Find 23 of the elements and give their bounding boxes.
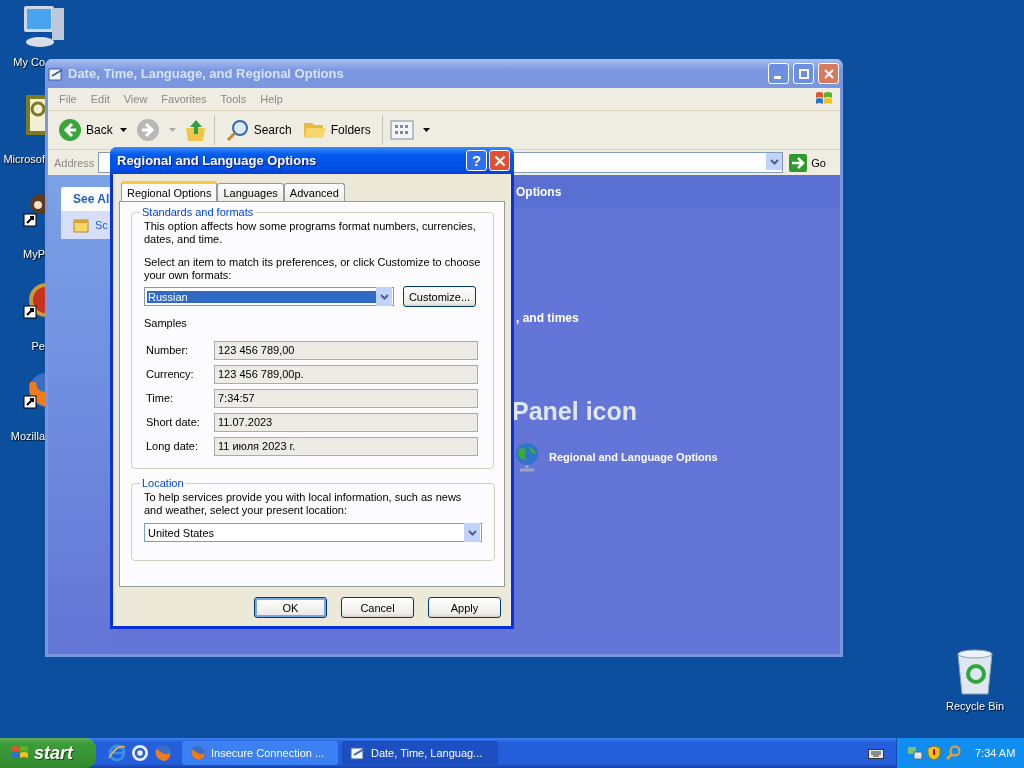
description-text: This option affects how some programs format numbers, currencies, dates, and time. (144, 220, 477, 246)
sample-label: Currency: (145, 368, 195, 380)
panel-title: See Al (73, 192, 110, 206)
instruction-text: Select an item to match its preferences, or click Customize to choose your own formats: (144, 256, 481, 282)
group-title: Standards and formats (141, 206, 255, 218)
section-heading: Panel icon (512, 397, 639, 426)
sample-field: 123 456 789,00 (214, 340, 478, 360)
sample-field: 7:34:57 (214, 388, 478, 408)
sample-field: 11 июля 2023 г. (214, 436, 478, 456)
group-title: Location (141, 477, 185, 489)
dialog-title: Regional and Language Options (117, 153, 317, 168)
sample-label: Number: (145, 344, 190, 356)
sample-label: Short date: (145, 416, 201, 428)
section-label: Samples (144, 317, 188, 330)
sample-label: Long date: (145, 440, 199, 452)
sample-field: 123 456 789,00р. (214, 364, 478, 384)
header-title: Options (516, 184, 562, 199)
description-text: To help services provide you with local information, such as news and weather, select your present location: (144, 491, 463, 517)
sample-field: 11.07.2023 (214, 412, 478, 432)
address-label: Address (54, 156, 95, 169)
sample-label: Time: (145, 392, 175, 404)
clock: 7:34 AM (975, 747, 1016, 759)
window-title: Date, Time, Language, and Regional Options (68, 66, 344, 81)
